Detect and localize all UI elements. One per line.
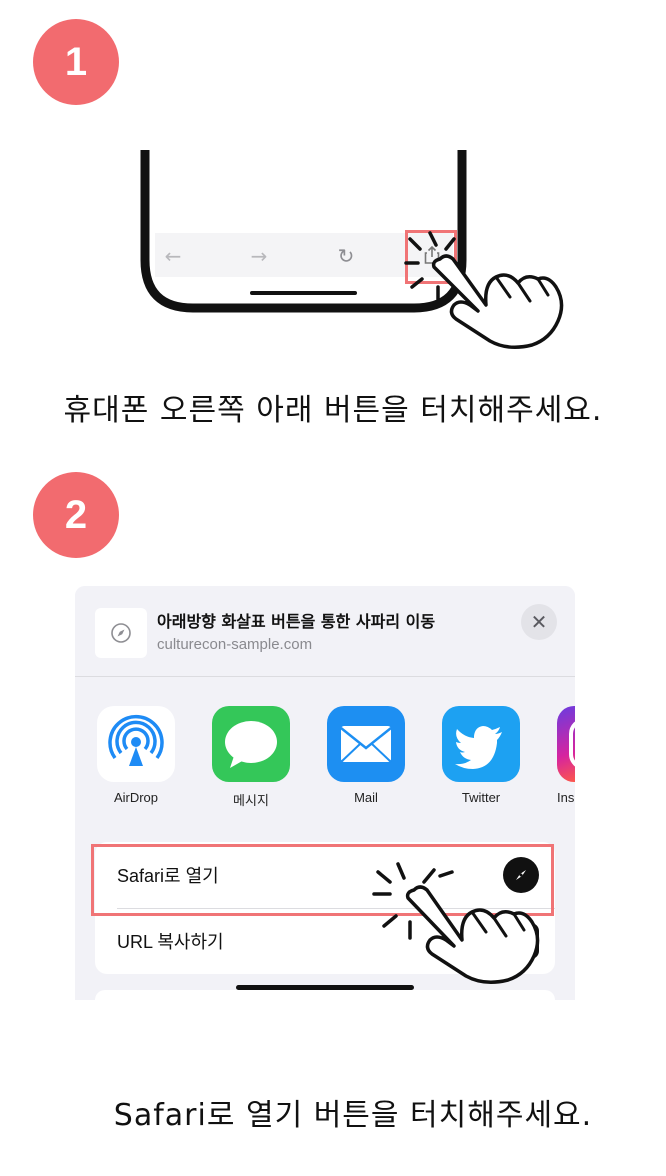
app-airdrop[interactable]: AirDrop — [97, 706, 175, 805]
close-button[interactable]: ✕ — [521, 604, 557, 640]
mail-icon — [327, 706, 405, 782]
site-icon — [95, 608, 147, 658]
compass-icon — [111, 623, 131, 643]
more-actions-row — [95, 990, 555, 1000]
site-title: 아래방향 화살표 버튼을 통한 사파리 이동 — [157, 612, 436, 631]
app-label: AirDrop — [113, 790, 159, 805]
tap-hand-icon — [372, 862, 540, 984]
app-messages[interactable]: 메시지 — [212, 706, 290, 809]
app-mail[interactable]: Mail — [327, 706, 405, 805]
step-1-badge: 1 — [33, 19, 119, 105]
airdrop-icon — [97, 706, 175, 782]
tap-hand-icon — [404, 231, 564, 349]
instagram-icon — [557, 706, 575, 782]
app-label: Ins — [557, 790, 575, 805]
twitter-icon — [442, 706, 520, 782]
site-url: culturecon-sample.com — [157, 636, 313, 653]
step-2-caption: Safari로 열기 버튼을 터치해주세요. — [113, 1098, 593, 1133]
app-instagram[interactable]: Ins — [557, 706, 575, 805]
app-label: 메시지 — [233, 793, 269, 808]
home-indicator — [250, 291, 357, 295]
step-1-caption: 휴대폰 오른쪽 아래 버튼을 터치해주세요. — [63, 393, 603, 428]
share-sheet-header: 아래방향 화살표 버튼을 통한 사파리 이동 culturecon-sample… — [75, 586, 575, 677]
messages-icon — [212, 706, 290, 782]
action-label: URL 복사하기 — [117, 932, 224, 952]
app-twitter[interactable]: Twitter — [442, 706, 520, 805]
step-2-badge: 2 — [33, 472, 119, 558]
app-label: Mail — [354, 790, 378, 805]
app-label: Twitter — [461, 790, 501, 805]
